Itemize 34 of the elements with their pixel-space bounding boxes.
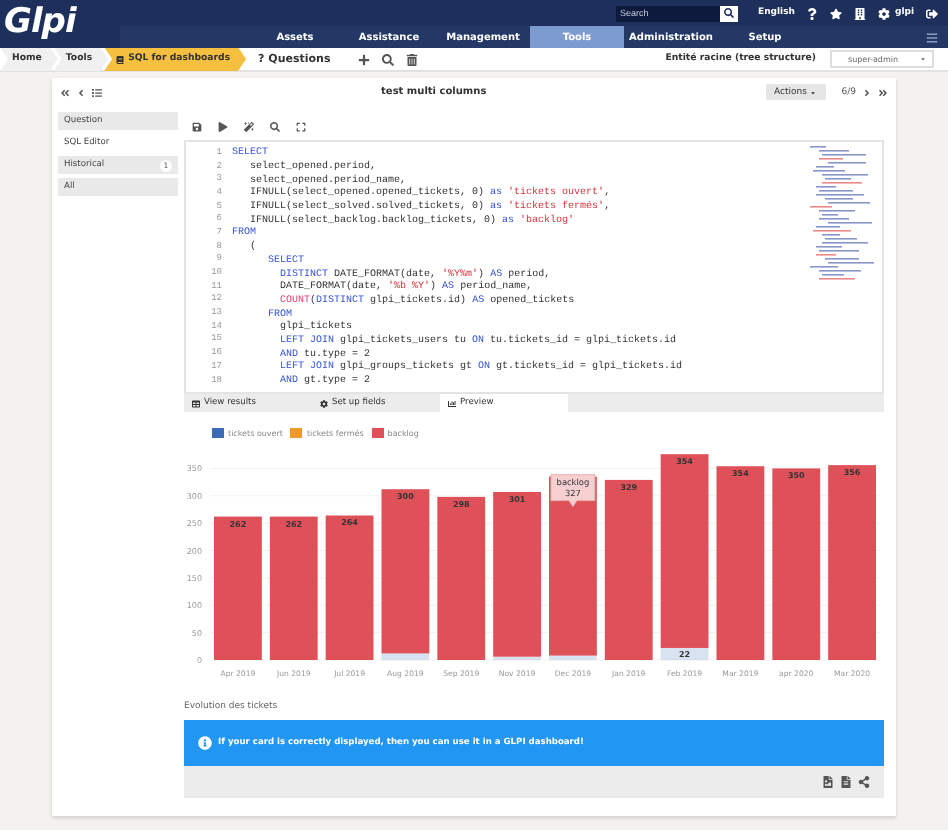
building-icon[interactable] [854,7,867,19]
caret-icon [920,56,926,62]
bar [269,516,318,660]
bar [214,516,262,660]
star-icon[interactable] [830,7,843,19]
image-file-icon[interactable] [822,776,834,788]
add-icon[interactable] [358,53,371,65]
gear-icon [320,399,328,407]
fullscreen-icon[interactable] [296,121,306,131]
trash-icon[interactable] [406,53,419,65]
share-icon[interactable] [858,776,870,788]
menu-icon[interactable] [926,31,938,43]
table-icon [192,399,200,407]
first-icon[interactable] [60,87,70,97]
previous-icon[interactable] [76,87,86,97]
next-icon[interactable] [862,87,872,97]
wand-icon[interactable] [244,121,254,131]
search-icon[interactable] [382,53,395,65]
bar-chart-icon [448,399,456,407]
caret-icon [810,89,817,95]
save-icon[interactable] [192,121,202,131]
book-icon [116,55,125,63]
code-editor[interactable] [184,140,884,394]
logo[interactable]: Glpi [0,0,120,48]
list-icon[interactable] [92,87,102,97]
logout-icon[interactable] [926,7,938,19]
document-icon[interactable] [840,776,852,788]
help-icon[interactable] [806,7,819,19]
info-icon [198,736,212,750]
settings-icon[interactable] [878,7,891,19]
play-icon[interactable] [218,121,228,131]
last-icon[interactable] [878,87,888,97]
search-icon[interactable] [270,121,280,131]
search-button[interactable] [720,5,738,21]
